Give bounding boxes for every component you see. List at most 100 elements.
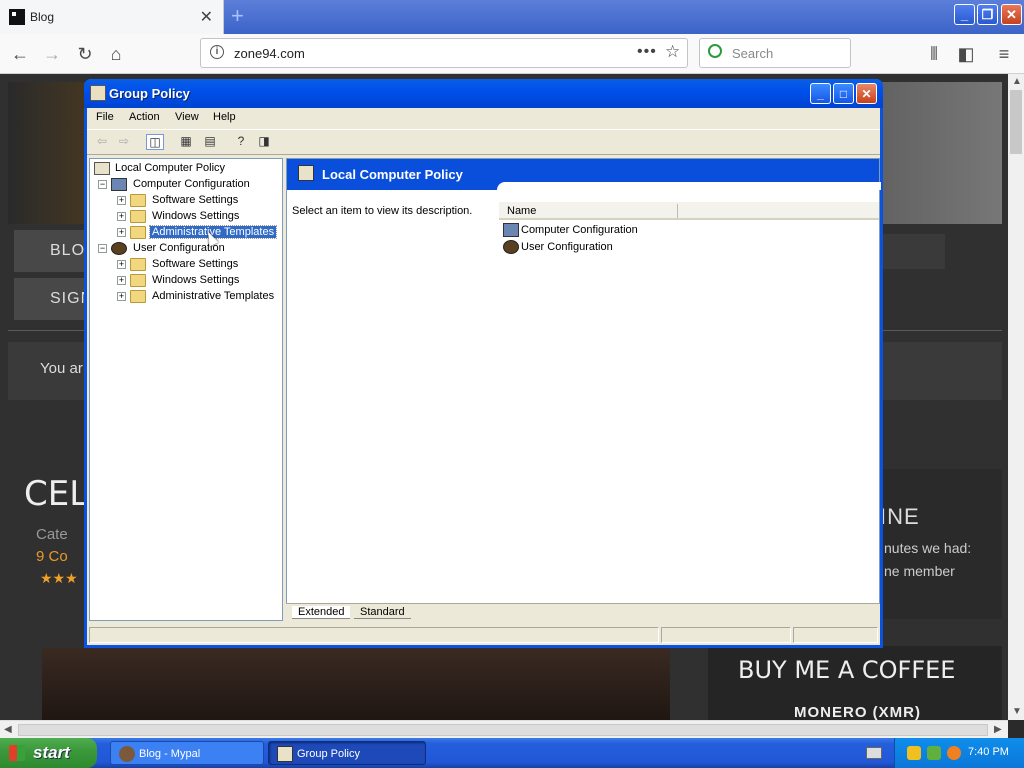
new-tab-button[interactable]: + [231,3,244,29]
bookmark-star-icon[interactable]: ☆ [665,42,680,62]
collapse-icon[interactable]: − [98,244,107,253]
computer-icon [111,178,127,191]
library-icon[interactable]: ⫴ [922,42,946,66]
start-button[interactable]: start [0,738,97,768]
gp-close-button[interactable]: ✕ [856,83,877,104]
tree-label[interactable]: Windows Settings [150,274,241,286]
menu-view[interactable]: View [175,111,199,123]
home-icon[interactable]: ⌂ [104,42,128,66]
menu-action[interactable]: Action [129,111,160,123]
expand-icon[interactable]: + [117,228,126,237]
expand-icon[interactable]: + [117,292,126,301]
policy-icon [277,746,293,762]
help-icon[interactable]: ? [232,134,250,150]
hscroll-thumb[interactable] [18,724,988,736]
keyboard-icon[interactable] [866,747,882,759]
back-arrow-icon[interactable]: ← [8,42,32,66]
list-item-label[interactable]: Computer Configuration [521,224,638,236]
page-actions-icon[interactable]: ••• [637,43,657,61]
taskbar-button-group-policy[interactable]: Group Policy [268,741,426,765]
menu-help[interactable]: Help [213,111,236,123]
status-panel [89,627,659,643]
forward-arrow-icon[interactable]: → [40,42,64,66]
gp-app-icon [90,85,106,101]
tree-label[interactable]: Software Settings [150,194,240,206]
details-title: Local Computer Policy [322,167,463,182]
expand-icon[interactable]: + [117,276,126,285]
scroll-down-icon[interactable]: ▼ [1012,706,1022,717]
widget-text-2: ne member [884,563,955,579]
widget-title: INE [880,504,920,529]
minimize-button[interactable]: _ [954,4,975,25]
post-image [42,648,670,720]
reload-icon[interactable]: ↻ [73,42,97,66]
tree-label[interactable]: Administrative Templates [150,290,276,302]
tab-close-icon[interactable]: ✕ [200,7,213,27]
status-panel [661,627,791,643]
site-nav-blog-label[interactable]: BLO [50,242,85,260]
notice-text: You ar [40,360,83,377]
details-pane: Local Computer Policy Select an item to … [286,158,881,621]
sidebar-icon[interactable]: ◧ [954,42,978,66]
taskbar-button-blog[interactable]: Blog - Mypal [110,741,264,765]
gp-titlebar[interactable]: Group Policy _ □ ✕ [84,79,883,108]
gp-maximize-button[interactable]: □ [833,83,854,104]
restore-button[interactable]: ❐ [977,4,998,25]
tab-extended[interactable]: Extended [292,606,351,619]
search-input[interactable]: Search [699,38,851,68]
tab-standard[interactable]: Standard [354,606,411,619]
post-category[interactable]: Cate [36,526,68,543]
tree-label[interactable]: Local Computer Policy [113,162,227,174]
back-icon[interactable]: ⇦ [93,134,111,150]
computer-icon [503,223,519,237]
show-tree-icon[interactable]: ◫ [146,134,164,150]
scroll-up-icon[interactable]: ▲ [1012,76,1022,87]
view-tabs: Extended Standard [286,603,880,621]
scroll-left-icon[interactable]: ◀ [4,724,12,735]
column-divider[interactable] [677,204,678,218]
search-tray-icon[interactable] [947,746,961,760]
expand-icon[interactable]: + [117,260,126,269]
gp-minimize-button[interactable]: _ [810,83,831,104]
url-bar[interactable]: i zone94.com ••• ☆ [200,38,688,68]
collapse-icon[interactable]: − [98,180,107,189]
folder-icon [130,226,146,239]
tree-label[interactable]: Software Settings [150,258,240,270]
show-hide-console-icon[interactable]: ◨ [255,134,273,150]
forward-icon[interactable]: ⇨ [115,134,133,150]
vertical-scrollbar[interactable]: ▲ ▼ [1008,74,1024,720]
list-item-label[interactable]: User Configuration [521,241,613,253]
tree-label[interactable]: Computer Configuration [131,178,252,190]
scroll-right-icon[interactable]: ▶ [994,724,1002,735]
column-name-header[interactable]: Name [507,205,536,217]
system-tray: 7:40 PM [894,738,1024,768]
expand-icon[interactable]: + [117,212,126,221]
user-icon [111,242,127,255]
close-window-button[interactable]: ✕ [1001,4,1022,25]
site-nav-right [880,234,945,269]
policy-icon [94,162,110,175]
group-policy-window: Group Policy _ □ ✕ File Action View Help… [84,79,883,648]
export-list-icon[interactable]: ▤ [201,134,219,150]
policy-icon [298,165,314,181]
menu-file[interactable]: File [96,111,114,123]
info-icon[interactable]: i [210,45,224,59]
menu-icon[interactable]: ≡ [992,42,1016,66]
taskbar-label: Blog - Mypal [139,748,201,760]
horizontal-scrollbar[interactable]: ◀ ▶ [0,720,1008,738]
url-text[interactable]: zone94.com [234,46,305,61]
browser-tab[interactable]: Blog ✕ [0,0,224,34]
site-favicon-icon [9,9,25,25]
tree-label[interactable]: Windows Settings [150,210,241,222]
clock[interactable]: 7:40 PM [968,746,1009,758]
up-folder-icon[interactable]: ▦ [177,134,195,150]
tree-pane: Local Computer Policy − Computer Configu… [89,158,283,621]
network-icon[interactable] [927,746,941,760]
shield-icon[interactable] [907,746,921,760]
windows-logo-icon [9,745,25,761]
tab-title: Blog [30,10,55,24]
scroll-thumb[interactable] [1010,90,1022,154]
search-icon [708,44,722,58]
expand-icon[interactable]: + [117,196,126,205]
post-comments[interactable]: 9 Co [36,548,68,565]
